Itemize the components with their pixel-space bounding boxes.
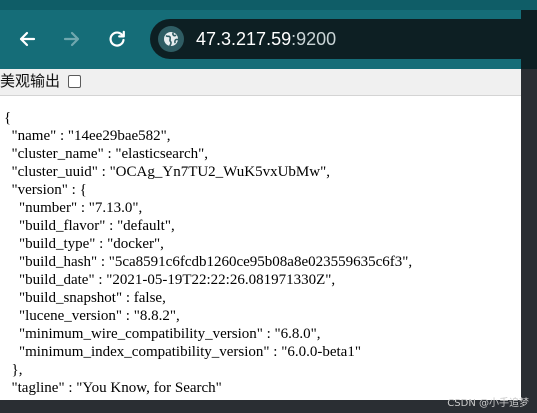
json-line: "build_flavor" : "default", [4,218,175,234]
json-line: "build_date" : "2021-05-19T22:22:26.0819… [4,272,336,288]
url-text[interactable]: 47.3.217.59:9200 [196,28,336,50]
json-line: "version" : { [4,182,87,198]
url-port: :9200 [291,29,337,49]
json-line: "name" : "14ee29bae582", [4,128,171,144]
address-bar[interactable]: 47.3.217.59:9200 [150,19,537,59]
json-line: "minimum_index_compatibility_version" : … [4,344,361,360]
json-line: "build_hash" : "5ca8591c6fcdb1260ce95b08… [4,254,413,270]
arrow-left-icon [19,31,36,47]
json-line: "minimum_wire_compatibility_version" : "… [4,326,321,342]
json-line: "cluster_uuid" : "OCAg_Yn7TU2_WuK5vxUbMw… [4,164,330,180]
site-info-button[interactable] [158,26,184,52]
browser-toolbar: 47.3.217.59:9200 [0,0,537,69]
json-line: "tagline" : "You Know, for Search" [4,380,222,396]
tab-strip-edge [0,0,537,10]
url-host: 47.3.217.59 [196,29,292,49]
json-line: "number" : "7.13.0", [4,200,143,216]
reload-icon [109,30,125,47]
page-content: 美观输出 { "name" : "14ee29bae582", "cluster… [0,69,521,400]
back-button[interactable] [14,26,40,52]
json-line: "lucene_version" : "8.8.2", [4,308,180,324]
arrow-right-icon [63,31,80,47]
json-response: { "name" : "14ee29bae582", "cluster_name… [4,109,412,397]
reload-button[interactable] [104,26,130,52]
json-line: { [4,110,12,126]
json-line: "cluster_name" : "elasticsearch", [4,146,209,162]
json-line: "build_type" : "docker", [4,236,164,252]
pretty-print-label: 美观输出 [0,72,61,90]
json-line: "build_snapshot" : false, [4,290,166,306]
json-line: }, [4,362,23,378]
pretty-print-bar: 美观输出 [0,69,521,96]
globe-icon [164,32,179,47]
forward-button[interactable] [59,26,85,52]
watermark: CSDN @小手追梦 [447,398,529,409]
pretty-print-checkbox[interactable] [68,75,81,88]
toolbar-right-edge [521,10,537,69]
